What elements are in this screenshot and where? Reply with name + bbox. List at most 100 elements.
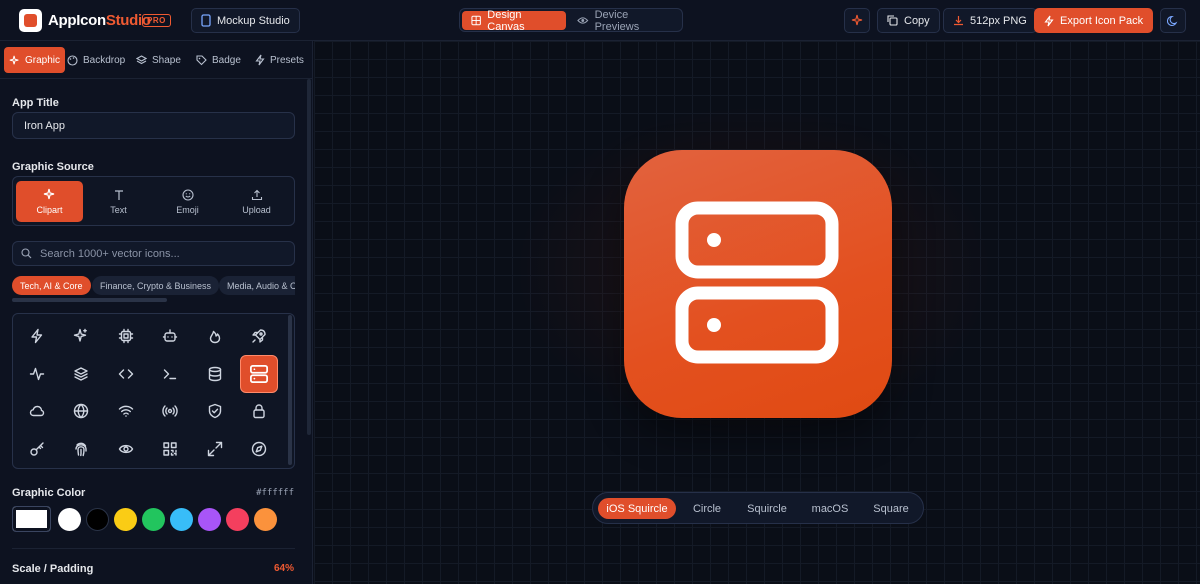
- color-swatch[interactable]: [114, 508, 137, 531]
- icon-option-code[interactable]: [107, 355, 145, 393]
- radio-icon: [162, 405, 178, 417]
- randomize-button[interactable]: [844, 8, 870, 33]
- app-logo: [19, 9, 42, 32]
- icon-option-activity[interactable]: [18, 355, 56, 393]
- color-swatch[interactable]: [58, 508, 81, 531]
- tab-device-previews[interactable]: Device Previews: [568, 9, 682, 33]
- scale-padding-label: Scale / Padding: [12, 563, 94, 575]
- source-text-label: Text: [110, 204, 127, 215]
- icon-search-input[interactable]: Search 1000+ vector icons...: [12, 241, 295, 266]
- category-scrollbar[interactable]: [12, 298, 167, 302]
- icon-option-qr-code[interactable]: [151, 430, 189, 468]
- mockup-studio-button[interactable]: Mockup Studio: [191, 8, 300, 33]
- icon-option-eye[interactable]: [107, 430, 145, 468]
- source-text-button[interactable]: Text: [85, 181, 152, 222]
- icon-option-database[interactable]: [196, 355, 234, 393]
- palette-icon: [67, 54, 78, 66]
- sidebar-tabs: Graphic Backdrop Shape Badge Presets: [0, 41, 313, 79]
- icon-option-rocket[interactable]: [240, 317, 278, 355]
- source-clipart-button[interactable]: Clipart: [16, 181, 83, 222]
- tab-presets[interactable]: Presets: [250, 47, 309, 73]
- color-swatch[interactable]: [226, 508, 249, 531]
- color-swatch[interactable]: [254, 508, 277, 531]
- app-title-value: Iron App: [24, 119, 65, 132]
- icon-option-fingerprint[interactable]: [62, 430, 100, 468]
- tab-backdrop[interactable]: Backdrop: [62, 47, 130, 73]
- category-tech-ai-core[interactable]: Tech, AI & Core: [12, 276, 91, 295]
- download-png-button[interactable]: 512px PNG: [943, 8, 1037, 33]
- icon-option-terminal[interactable]: [151, 355, 189, 393]
- bot-icon: [162, 329, 178, 342]
- icon-option-zap[interactable]: [18, 317, 56, 355]
- icon-option-globe[interactable]: [62, 392, 100, 430]
- copy-icon: [887, 15, 898, 26]
- sparkles-icon: [43, 188, 55, 200]
- flame-icon: [209, 330, 221, 344]
- copy-button[interactable]: Copy: [877, 8, 940, 33]
- key-icon: [30, 442, 44, 456]
- theme-toggle-button[interactable]: [1160, 8, 1186, 33]
- icon-option-wifi[interactable]: [107, 392, 145, 430]
- layers-icon: [136, 54, 147, 64]
- sparkles-icon: [851, 14, 862, 26]
- source-upload-button[interactable]: Upload: [223, 181, 290, 222]
- icon-option-server[interactable]: [240, 355, 278, 393]
- mockup-studio-label: Mockup Studio: [217, 14, 290, 27]
- export-icon-pack-button[interactable]: Export Icon Pack: [1034, 8, 1154, 33]
- graphic-color-hex: #ffffff: [256, 488, 294, 498]
- shape-circle[interactable]: Circle: [681, 498, 733, 519]
- rocket-icon: [252, 329, 266, 343]
- copy-label: Copy: [904, 14, 930, 27]
- grid-icon: [471, 15, 481, 26]
- scale-padding-value: 64%: [273, 563, 294, 574]
- icon-option-key[interactable]: [18, 430, 56, 468]
- tab-graphic[interactable]: Graphic: [4, 47, 66, 73]
- tab-backdrop-label: Backdrop: [83, 54, 126, 66]
- source-emoji-button[interactable]: Emoji: [154, 181, 221, 222]
- smile-icon: [181, 188, 194, 201]
- color-swatch[interactable]: [142, 508, 165, 531]
- icon-option-flame[interactable]: [196, 317, 234, 355]
- color-swatch[interactable]: [198, 508, 221, 531]
- color-swatch[interactable]: [86, 508, 109, 531]
- globe-icon: [73, 403, 89, 419]
- tab-badge[interactable]: Badge: [191, 47, 246, 73]
- graphic-source-selector: Clipart Text Emoji Upload: [12, 176, 295, 226]
- view-switch: Design Canvas Device Previews: [459, 8, 683, 33]
- icon-grid-scrollbar[interactable]: [288, 315, 292, 465]
- app-title-input[interactable]: Iron App: [12, 112, 295, 139]
- icon-option-shield[interactable]: [196, 392, 234, 430]
- color-swatch[interactable]: [170, 508, 193, 531]
- color-picker-preview[interactable]: [12, 506, 51, 532]
- phone-icon: [201, 14, 211, 27]
- tab-shape[interactable]: Shape: [131, 47, 186, 73]
- sidebar-scrollbar[interactable]: [307, 79, 311, 435]
- design-canvas: iOS Squircle Circle Squircle macOS Squar…: [314, 41, 1200, 584]
- layers-icon: [74, 367, 88, 381]
- app-title-label: App Title: [12, 97, 59, 109]
- icon-option-sparkles[interactable]: [62, 317, 100, 355]
- icon-option-layers[interactable]: [62, 355, 100, 393]
- terminal-icon: [163, 369, 177, 380]
- icon-option-maximize[interactable]: [196, 430, 234, 468]
- zap-icon: [255, 54, 265, 66]
- tab-design-canvas[interactable]: Design Canvas: [462, 9, 566, 33]
- wifi-icon: [118, 405, 134, 417]
- category-finance-crypto-business[interactable]: Finance, Crypto & Business: [92, 276, 220, 295]
- compass-icon: [251, 441, 267, 457]
- shape-macos[interactable]: macOS: [802, 498, 858, 519]
- shape-squircle[interactable]: Squircle: [738, 498, 796, 519]
- icon-option-cloud[interactable]: [18, 392, 56, 430]
- category-media-audio[interactable]: Media, Audio & C…: [219, 276, 295, 295]
- icon-option-lock[interactable]: [240, 392, 278, 430]
- icon-option-bot[interactable]: [151, 317, 189, 355]
- shape-selector: iOS Squircle Circle Squircle macOS Squar…: [592, 492, 924, 524]
- shape-ios-squircle[interactable]: iOS Squircle: [598, 498, 676, 519]
- shape-square[interactable]: Square: [863, 498, 919, 519]
- icon-option-radio[interactable]: [151, 392, 189, 430]
- source-clipart-label: Clipart: [36, 205, 63, 215]
- icon-option-cpu[interactable]: [107, 317, 145, 355]
- icon-option-compass[interactable]: [240, 430, 278, 468]
- eye-icon: [118, 444, 134, 454]
- shield-icon: [208, 403, 222, 419]
